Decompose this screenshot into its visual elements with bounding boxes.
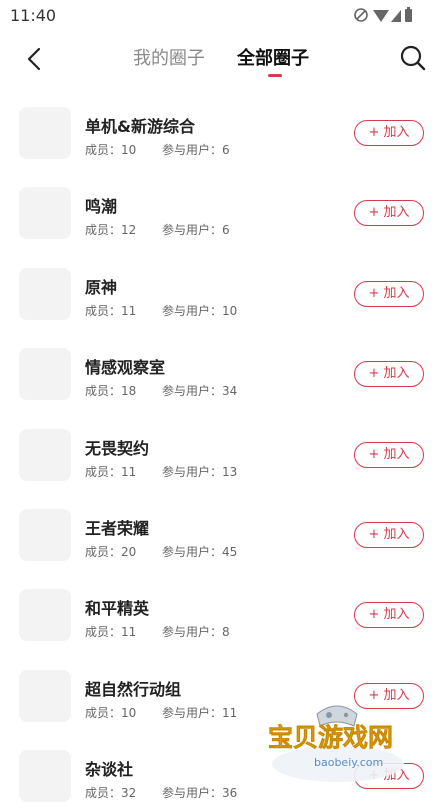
wifi-icon [373, 10, 389, 22]
circle-avatar[interactable] [19, 589, 71, 641]
circle-avatar[interactable] [19, 268, 71, 320]
circle-user-count: 参与用户：6 [162, 223, 230, 237]
top-nav: 我的圈子 全部圈子 [0, 30, 443, 86]
circle-row[interactable]: 王者荣耀成员：20 参与用户：45 + 加入 [0, 489, 443, 569]
circle-name: 单机&新游综合 [85, 117, 195, 136]
circle-avatar[interactable] [19, 670, 71, 722]
circle-row[interactable]: 鸣潮成员：12 参与用户：6 + 加入 [0, 167, 443, 247]
tab-all-circles[interactable]: 全部圈子 [237, 44, 309, 70]
join-button[interactable]: + 加入 [354, 120, 424, 146]
join-button[interactable]: + 加入 [354, 361, 424, 387]
join-button[interactable]: + 加入 [354, 281, 424, 307]
circle-row[interactable]: 情感观察室成员：18 参与用户：34 + 加入 [0, 328, 443, 408]
circle-row[interactable]: 无畏契约成员：11 参与用户：13 + 加入 [0, 409, 443, 489]
circle-member-count: 成员：18 [85, 384, 137, 398]
status-icons [353, 6, 413, 24]
circle-avatar[interactable] [19, 348, 71, 400]
circle-user-count: 参与用户：10 [162, 304, 238, 318]
signal-icon [391, 10, 401, 22]
join-button[interactable]: + 加入 [354, 683, 424, 709]
battery-icon [405, 7, 412, 22]
join-button[interactable]: + 加入 [354, 602, 424, 628]
circle-name: 鸣潮 [85, 197, 118, 216]
circle-avatar[interactable] [19, 107, 71, 159]
circle-member-count: 成员：11 [85, 625, 137, 639]
circle-member-count: 成员：11 [85, 304, 137, 318]
circle-member-count: 成员：12 [85, 223, 137, 237]
circle-member-count: 成员：32 [85, 786, 137, 800]
circle-avatar[interactable] [19, 429, 71, 481]
tab-my-circles[interactable]: 我的圈子 [133, 44, 205, 70]
status-time: 11:40 [10, 6, 57, 25]
circle-member-count: 成员：10 [85, 143, 137, 157]
tab-indicator [268, 74, 282, 77]
search-icon [400, 45, 426, 71]
circle-avatar[interactable] [19, 187, 71, 239]
circle-user-count: 参与用户：34 [162, 384, 238, 398]
circle-row[interactable]: 超自然行动组成员：10 参与用户：11 + 加入 [0, 650, 443, 730]
circle-row[interactable]: 原神成员：11 参与用户：10 + 加入 [0, 248, 443, 328]
circle-name: 情感观察室 [85, 358, 166, 377]
circle-member-count: 成员：11 [85, 465, 137, 479]
join-button[interactable]: + 加入 [354, 763, 424, 789]
circle-row[interactable]: 和平精英成员：11 参与用户：8 + 加入 [0, 569, 443, 649]
circle-user-count: 参与用户：8 [162, 625, 230, 639]
search-button[interactable] [397, 42, 429, 74]
circle-user-count: 参与用户：6 [162, 143, 230, 157]
join-button[interactable]: + 加入 [354, 522, 424, 548]
circle-user-count: 参与用户：36 [162, 786, 238, 800]
circle-name: 杂谈社 [85, 760, 134, 779]
back-button[interactable] [20, 44, 50, 74]
circle-name: 原神 [85, 278, 118, 297]
back-arrow-icon [27, 47, 41, 71]
circle-user-count: 参与用户：45 [162, 545, 238, 559]
circle-row[interactable]: 杂谈社成员：32 参与用户：36 + 加入 [0, 730, 443, 810]
status-bar: 11:40 [0, 0, 443, 30]
dnd-icon [354, 8, 368, 22]
circle-user-count: 参与用户：13 [162, 465, 238, 479]
circle-avatar[interactable] [19, 750, 71, 802]
circle-name: 无畏契约 [85, 439, 150, 458]
join-button[interactable]: + 加入 [354, 442, 424, 468]
circle-name: 超自然行动组 [85, 680, 182, 699]
circle-user-count: 参与用户：11 [162, 706, 238, 720]
circle-name: 和平精英 [85, 599, 150, 618]
circle-avatar[interactable] [19, 509, 71, 561]
join-button[interactable]: + 加入 [354, 200, 424, 226]
circle-name: 王者荣耀 [85, 519, 150, 538]
circle-member-count: 成员：10 [85, 706, 137, 720]
circle-row[interactable]: 单机&新游综合成员：10 参与用户：6 + 加入 [0, 87, 443, 167]
circle-member-count: 成员：20 [85, 545, 137, 559]
